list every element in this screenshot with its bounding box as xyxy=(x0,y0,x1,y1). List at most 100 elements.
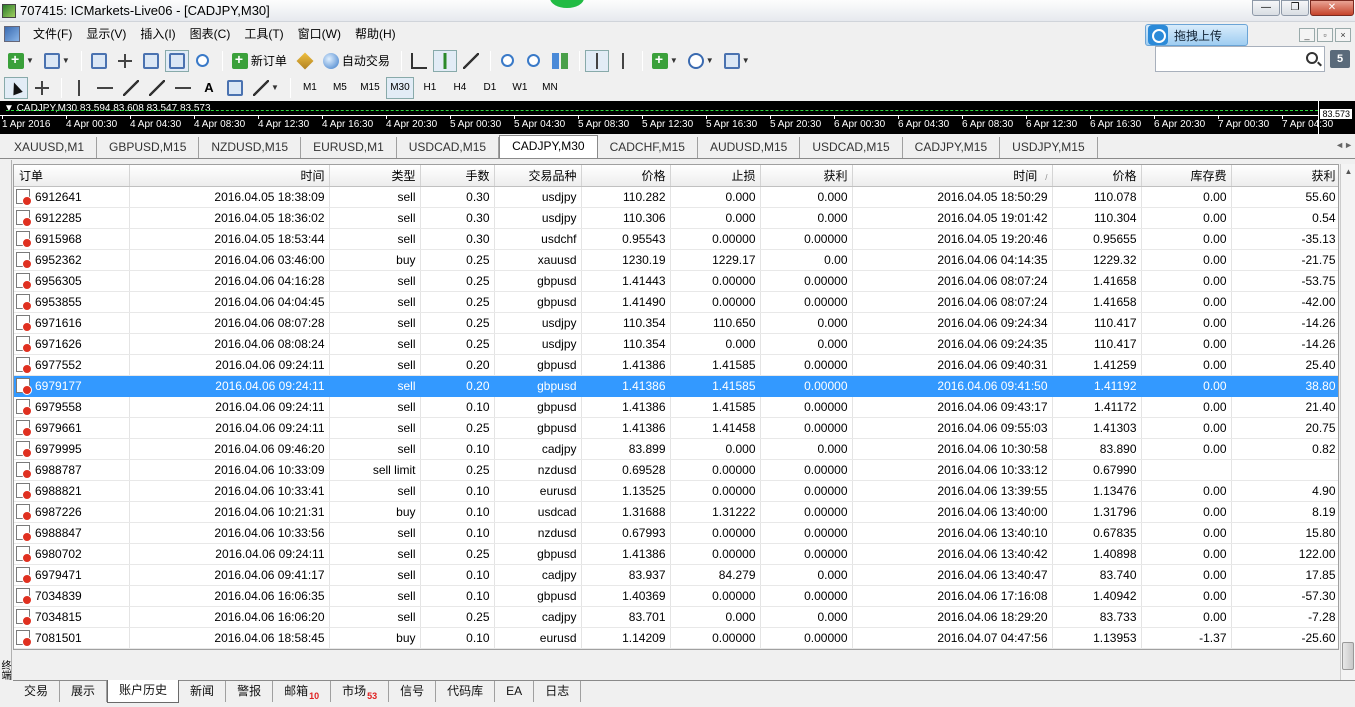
mdi-minimize-button[interactable]: _ xyxy=(1299,28,1315,42)
chart-shift-button[interactable] xyxy=(611,50,635,72)
templates-button[interactable]: ▼ xyxy=(720,50,754,72)
periods-button[interactable]: ▼ xyxy=(684,50,718,72)
table-row[interactable]: 6988847 2016.04.06 10:33:56 sell 0.10 nzdusd… xyxy=(14,522,1338,544)
timeframe-h4-button[interactable]: H4 xyxy=(446,77,474,99)
table-row[interactable]: 6953855 2016.04.06 04:04:45 sell 0.25 gbpusd… xyxy=(14,291,1338,313)
table-row[interactable]: 7081501 2016.04.06 18:58:45 buy 0.10 eurusd 1… xyxy=(14,627,1338,649)
indicators-button[interactable]: ▼ xyxy=(648,50,682,72)
zoom-in-button[interactable] xyxy=(496,50,520,72)
chart-tab-nzdusd-m15[interactable]: NZDUSD,M15 xyxy=(199,137,302,158)
col-open-price-header[interactable]: 价格 xyxy=(581,165,671,187)
table-row[interactable]: 6977552 2016.04.06 09:24:11 sell 0.20 gbpusd… xyxy=(14,354,1338,376)
table-row[interactable]: 6979471 2016.04.06 09:41:17 sell 0.10 cadjpy… xyxy=(14,564,1338,586)
market-watch-button[interactable] xyxy=(87,50,111,72)
table-row[interactable]: 6979995 2016.04.06 09:46:20 sell 0.10 cadjpy… xyxy=(14,438,1338,460)
table-row[interactable]: 6988787 2016.04.06 10:33:09 sell limit 0.25… xyxy=(14,459,1338,481)
table-row[interactable]: 7034815 2016.04.06 16:06:20 sell 0.25 cadjpy… xyxy=(14,606,1338,628)
timeframe-m30-button[interactable]: M30 xyxy=(385,76,414,99)
table-row[interactable]: 6912285 2016.04.05 18:36:02 sell 0.30 usdjpy… xyxy=(14,207,1338,229)
vertical-scrollbar[interactable]: ▲ xyxy=(1340,164,1355,680)
tile-windows-button[interactable] xyxy=(548,50,572,72)
data-window-button[interactable] xyxy=(113,50,137,72)
scroll-up-icon[interactable]: ▲ xyxy=(1341,164,1355,179)
col-order-header[interactable]: 订单 xyxy=(14,165,130,187)
equidistant-channel-button[interactable] xyxy=(145,77,169,99)
tabs-scroll-arrows-icon[interactable]: ◄► xyxy=(1335,140,1353,150)
text-label-button[interactable] xyxy=(223,77,247,99)
menu-help[interactable]: 帮助(H) xyxy=(348,24,403,44)
chart-tab-cadjpy-m15[interactable]: CADJPY,M15 xyxy=(903,137,1001,158)
col-symbol-header[interactable]: 交易品种 xyxy=(494,165,582,187)
tab-alerts[interactable]: 警报 xyxy=(226,681,274,702)
tab-mailbox[interactable]: 邮箱10 xyxy=(273,681,332,702)
chart-window[interactable]: ▼ CADJPY,M30 83.594 83.608 83.547 83.573… xyxy=(0,101,1355,134)
table-row[interactable]: 6915968 2016.04.05 18:53:44 sell 0.30 usdchf… xyxy=(14,228,1338,250)
chart-tab-usdcad-m15[interactable]: USDCAD,M15 xyxy=(397,137,500,158)
col-stop-loss-header[interactable]: 止损 xyxy=(670,165,761,187)
table-row[interactable]: 6912641 2016.04.05 18:38:09 sell 0.30 usdjpy… xyxy=(14,186,1338,208)
tab-account-history[interactable]: 账户历史 xyxy=(107,680,180,703)
menu-tools[interactable]: 工具(T) xyxy=(237,24,290,44)
auto-scroll-button[interactable] xyxy=(584,49,609,72)
chart-tab-gbpusd-m15[interactable]: GBPUSD,M15 xyxy=(97,137,200,158)
text-tool-button[interactable]: A xyxy=(197,77,221,99)
tab-exposure[interactable]: 展示 xyxy=(60,681,108,702)
timeframe-mn-button[interactable]: MN xyxy=(536,77,564,99)
col-close-price-header[interactable]: 价格 xyxy=(1052,165,1142,187)
table-row[interactable]: 6971626 2016.04.06 08:08:24 sell 0.25 usdjpy… xyxy=(14,333,1338,355)
search-icon[interactable] xyxy=(1306,52,1318,64)
candlesticks-button[interactable] xyxy=(432,49,457,72)
terminal-side-bar[interactable]: 终端 xyxy=(0,160,12,680)
chart-tab-cadchf-m15[interactable]: CADCHF,M15 xyxy=(598,137,698,158)
mail-icon[interactable]: 5 xyxy=(1330,50,1350,68)
col-swap-header[interactable]: 库存费 xyxy=(1141,165,1232,187)
scrollbar-thumb[interactable] xyxy=(1342,642,1354,670)
maximize-button[interactable]: ❐ xyxy=(1281,0,1309,16)
table-row[interactable]: 6979177 2016.04.06 09:24:11 sell 0.20 gbpusd… xyxy=(14,375,1338,397)
table-row[interactable]: 6956305 2016.04.06 04:16:28 sell 0.25 gbpusd… xyxy=(14,270,1338,292)
tab-market[interactable]: 市场53 xyxy=(331,681,390,702)
table-row[interactable]: 6979661 2016.04.06 09:24:11 sell 0.25 gbpusd… xyxy=(14,417,1338,439)
col-open-time-header[interactable]: 时间 xyxy=(129,165,330,187)
terminal-button[interactable] xyxy=(164,49,189,72)
mdi-restore-button[interactable]: ▫ xyxy=(1317,28,1333,42)
col-take-profit-header[interactable]: 获利 xyxy=(760,165,853,187)
timeframe-w1-button[interactable]: W1 xyxy=(506,77,534,99)
navigator-button[interactable] xyxy=(139,50,163,72)
metaeditor-button[interactable] xyxy=(293,50,317,72)
table-row[interactable]: 6988821 2016.04.06 10:33:41 sell 0.10 eurusd… xyxy=(14,480,1338,502)
timeframe-m1-button[interactable]: M1 xyxy=(296,77,324,99)
menu-file[interactable]: 文件(F) xyxy=(26,24,79,44)
menu-window[interactable]: 窗口(W) xyxy=(291,24,348,44)
menu-insert[interactable]: 插入(I) xyxy=(133,24,182,44)
tab-trade[interactable]: 交易 xyxy=(13,681,61,702)
chart-tab-xauusd-m1[interactable]: XAUUSD,M1 xyxy=(2,137,98,158)
timeframe-h1-button[interactable]: H1 xyxy=(416,77,444,99)
col-type-header[interactable]: 类型 xyxy=(329,165,421,187)
tab-experts[interactable]: EA xyxy=(495,681,535,702)
timeframe-m15-button[interactable]: M15 xyxy=(356,77,384,99)
col-lots-header[interactable]: 手数 xyxy=(420,165,495,187)
table-row[interactable]: 6952362 2016.04.06 03:46:00 buy 0.25 xauusd 1… xyxy=(14,249,1338,271)
arrows-button[interactable]: ▼ xyxy=(249,77,283,99)
tab-journal[interactable]: 日志 xyxy=(534,681,582,702)
chart-tab-usdjpy-m15[interactable]: USDJPY,M15 xyxy=(1000,137,1098,158)
close-button[interactable]: ✕ xyxy=(1310,0,1354,16)
col-close-time-header[interactable]: 时间 / xyxy=(852,165,1053,187)
table-row[interactable]: 6971616 2016.04.06 08:07:28 sell 0.25 usdjpy… xyxy=(14,312,1338,334)
bar-chart-button[interactable] xyxy=(407,50,431,72)
chart-tab-cadjpy-m30[interactable]: CADJPY,M30 xyxy=(499,135,598,158)
zoom-out-button[interactable] xyxy=(522,50,546,72)
fibonacci-button[interactable] xyxy=(171,77,195,99)
menu-charts[interactable]: 图表(C) xyxy=(183,24,238,44)
line-chart-button[interactable] xyxy=(459,50,483,72)
menu-view[interactable]: 显示(V) xyxy=(79,24,133,44)
table-row[interactable]: 6987226 2016.04.06 10:21:31 buy 0.10 usdcad 1… xyxy=(14,501,1338,523)
crosshair-button[interactable] xyxy=(30,77,54,99)
timeframe-m5-button[interactable]: M5 xyxy=(326,77,354,99)
chart-tab-usdcad-m15[interactable]: USDCAD,M15 xyxy=(800,137,903,158)
vertical-line-button[interactable] xyxy=(67,77,91,99)
chart-tab-audusd-m15[interactable]: AUDUSD,M15 xyxy=(698,137,801,158)
horizontal-line-button[interactable] xyxy=(93,77,117,99)
trendline-button[interactable] xyxy=(119,77,143,99)
